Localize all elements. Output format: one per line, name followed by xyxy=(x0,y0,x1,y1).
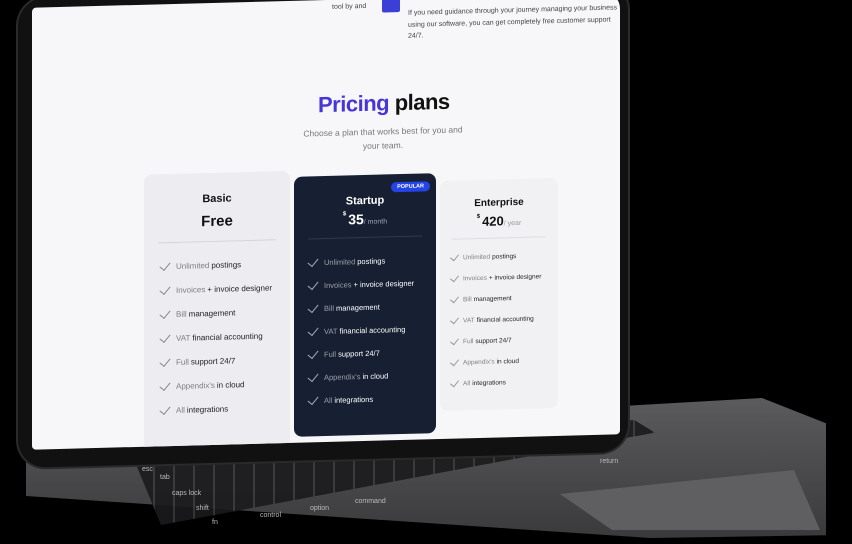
popular-badge: POPULAR xyxy=(391,181,430,193)
check-icon xyxy=(307,347,319,360)
feature-item: VAT financial accounting xyxy=(450,314,534,325)
plan-price: $420/ year xyxy=(476,213,522,229)
key-control: control xyxy=(260,512,282,519)
feature-item: Appendix's in cloud xyxy=(159,379,244,391)
feature-item: Full support 24/7 xyxy=(307,347,380,360)
feature-item: All integrations xyxy=(450,377,506,388)
feature-item: VAT financial accounting xyxy=(159,331,263,344)
key-return: return xyxy=(600,458,619,465)
check-icon xyxy=(159,259,171,271)
check-icon xyxy=(159,403,171,415)
check-icon xyxy=(450,293,459,304)
feature-item: Appendix's in cloud xyxy=(307,370,388,383)
feature-list: Unlimited postings Invoices + invoice desi… xyxy=(440,178,558,387)
feature-item: Unlimited postings xyxy=(307,255,385,268)
key-option: option xyxy=(310,505,330,512)
laptop-mockup: esc tab caps lock shift fn control optio… xyxy=(0,0,852,544)
check-icon xyxy=(159,283,171,295)
check-icon xyxy=(159,331,171,343)
screen: tool by and If you need guidance through… xyxy=(32,0,620,450)
feature-item: Invoices + invoice designer xyxy=(159,283,272,295)
check-icon xyxy=(307,393,319,406)
key-caps-lock: caps lock xyxy=(172,490,202,497)
plan-name: Basic xyxy=(202,192,232,206)
check-icon xyxy=(307,278,319,291)
check-icon xyxy=(450,251,459,262)
plan-card-startup[interactable]: POPULAR Startup $35/ month Unlimited post… xyxy=(294,173,436,437)
feature-item: Invoices + invoice designer xyxy=(450,272,541,283)
card-divider xyxy=(308,235,422,240)
feature-list: Unlimited postings Invoices + invoice desi… xyxy=(294,173,436,406)
plan-card-basic[interactable]: Basic Free Unlimited postings Invoices + i… xyxy=(144,170,290,450)
check-icon xyxy=(159,379,171,391)
check-icon xyxy=(159,307,171,319)
check-icon xyxy=(307,301,319,314)
key-esc: esc xyxy=(142,466,153,473)
check-icon xyxy=(450,272,459,283)
feature-item: Bill management xyxy=(307,301,380,314)
key-command: command xyxy=(355,498,386,505)
feature-list: Unlimited postings Invoices + invoice desi… xyxy=(144,171,290,415)
feature-item: All integrations xyxy=(159,403,228,416)
top-left-fragment: tool by and xyxy=(332,2,367,11)
plan-card-enterprise[interactable]: Enterprise $420/ year Unlimited postings … xyxy=(440,177,558,412)
support-text-line2: using our software, you can get complete… xyxy=(408,16,611,40)
feature-item: Unlimited postings xyxy=(450,251,516,262)
feature-item: Full support 24/7 xyxy=(450,335,512,346)
check-icon xyxy=(307,255,319,268)
card-divider xyxy=(158,239,276,244)
key-tab: tab xyxy=(160,474,170,481)
key-shift: shift xyxy=(196,505,209,512)
feature-item: Full support 24/7 xyxy=(159,355,235,367)
check-icon xyxy=(450,356,459,367)
feature-item: Appendix's in cloud xyxy=(450,356,519,367)
check-icon xyxy=(450,335,459,346)
feature-item: Bill management xyxy=(450,293,512,304)
check-icon xyxy=(307,370,319,383)
plan-name: Startup xyxy=(345,194,385,208)
feature-item: Unlimited postings xyxy=(159,259,241,271)
feature-item: VAT financial accounting xyxy=(307,324,405,337)
plan-name: Enterprise xyxy=(474,196,524,210)
plan-price: $35/ month xyxy=(342,211,388,228)
feature-item: Bill management xyxy=(159,307,235,319)
page-title: Pricing plans xyxy=(318,89,450,118)
title-accent: Pricing xyxy=(318,90,390,118)
top-feature-icon xyxy=(382,0,400,13)
check-icon xyxy=(307,324,319,337)
feature-item: Invoices + invoice designer xyxy=(307,278,414,291)
card-divider xyxy=(452,236,546,240)
key-fn: fn xyxy=(212,519,218,526)
check-icon xyxy=(450,377,459,388)
feature-item: All integrations xyxy=(307,393,373,406)
page-subtitle: Choose a plan that works best for you an… xyxy=(303,124,463,152)
check-icon xyxy=(159,355,171,367)
check-icon xyxy=(450,314,459,325)
title-rest: plans xyxy=(394,88,450,116)
plan-price: Free xyxy=(201,212,233,231)
